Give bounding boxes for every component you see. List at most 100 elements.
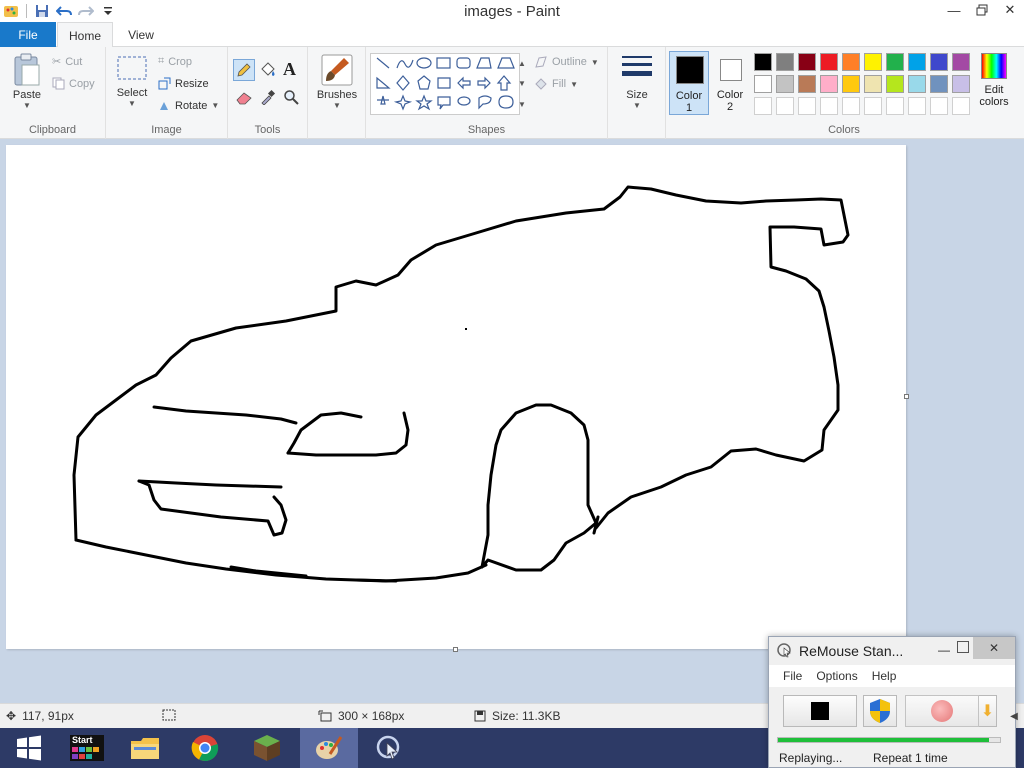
pencil-icon: [237, 63, 251, 77]
color-swatch[interactable]: [908, 97, 926, 115]
paint-taskbar-button[interactable]: [300, 728, 358, 768]
cut-button[interactable]: ✂ Cut: [52, 55, 82, 69]
size-label: Size: [626, 89, 648, 101]
windows-start-button[interactable]: [0, 728, 58, 768]
image-dimensions: 300 × 168px: [318, 709, 404, 723]
line-size-icon: [622, 56, 652, 76]
fill-button[interactable]: Fill ▼: [534, 77, 578, 91]
fill-tool[interactable]: [259, 61, 277, 82]
color2-button[interactable]: Color 2: [712, 51, 748, 115]
minimize-icon[interactable]: —: [940, 0, 968, 20]
color-swatch[interactable]: [864, 97, 882, 115]
color-swatch[interactable]: [908, 75, 926, 93]
save-icon[interactable]: [33, 2, 51, 20]
color-swatch[interactable]: [754, 75, 772, 93]
color1-button[interactable]: Color 1: [669, 51, 709, 115]
color-swatch[interactable]: [952, 75, 970, 93]
remouse-admin-button[interactable]: [863, 695, 897, 727]
color-swatch[interactable]: [842, 53, 860, 71]
undo-icon[interactable]: [55, 2, 73, 20]
ribbon: Paste ▼ ✂ Cut Copy Clipboard Select ▼ ⌗ …: [0, 47, 1024, 139]
color-swatch[interactable]: [952, 53, 970, 71]
paste-button[interactable]: Paste ▼: [8, 53, 46, 110]
remouse-status-left: Replaying...: [779, 751, 843, 765]
magnifier-tool[interactable]: [283, 89, 299, 108]
color-swatch[interactable]: [776, 75, 794, 93]
color-swatch[interactable]: [754, 53, 772, 71]
color-swatch[interactable]: [776, 97, 794, 115]
resize-button[interactable]: Resize: [158, 77, 209, 90]
scroll-right-icon[interactable]: ◀: [1006, 708, 1022, 724]
uac-shield-icon: [870, 699, 890, 723]
color-swatch[interactable]: [952, 97, 970, 115]
remouse-play-button[interactable]: ⬇: [979, 695, 997, 727]
resize-handle-bottom[interactable]: [453, 647, 458, 652]
size-button[interactable]: Size ▼: [616, 53, 658, 110]
color-swatch[interactable]: [798, 53, 816, 71]
copy-icon: [52, 77, 65, 90]
edit-colors-label-2: colors: [979, 96, 1009, 108]
rotate-button[interactable]: Rotate ▼: [158, 99, 219, 112]
start-app-label: Start: [72, 735, 93, 745]
remouse-menu-file[interactable]: File: [783, 669, 802, 683]
color-swatch[interactable]: [886, 75, 904, 93]
redo-icon[interactable]: [77, 2, 95, 20]
remouse-menu-help[interactable]: Help: [872, 669, 897, 683]
remouse-record-button[interactable]: [905, 695, 979, 727]
restore-icon[interactable]: [968, 0, 996, 20]
tab-home[interactable]: Home: [57, 22, 113, 48]
color-swatch[interactable]: [798, 75, 816, 93]
remouse-taskbar-button[interactable]: [360, 728, 418, 768]
color-swatch[interactable]: [754, 97, 772, 115]
paint-app-icon[interactable]: [2, 2, 20, 20]
start-menu-app-button[interactable]: Start: [58, 728, 116, 768]
outline-button[interactable]: Outline ▼: [534, 55, 599, 69]
shapes-gallery[interactable]: [370, 53, 520, 115]
tab-file[interactable]: File: [0, 22, 56, 47]
color-swatch[interactable]: [820, 75, 838, 93]
color-swatch[interactable]: [886, 97, 904, 115]
color-swatch[interactable]: [776, 53, 794, 71]
color-swatch[interactable]: [908, 53, 926, 71]
file-explorer-button[interactable]: [116, 728, 174, 768]
image-group-label: Image: [151, 124, 182, 136]
chrome-button[interactable]: [176, 728, 234, 768]
remouse-maximize-icon[interactable]: [957, 641, 969, 653]
edit-colors-button[interactable]: Edit colors: [976, 53, 1012, 115]
minecraft-button[interactable]: [238, 728, 296, 768]
shapes-scroll[interactable]: ▲ ▼ ▼: [516, 53, 528, 115]
remouse-close-icon[interactable]: ✕: [973, 637, 1015, 659]
color-swatch[interactable]: [930, 97, 948, 115]
color-swatch[interactable]: [886, 53, 904, 71]
crop-icon: ⌗: [158, 55, 165, 67]
color-swatch[interactable]: [798, 97, 816, 115]
brush-icon: [321, 54, 353, 86]
color-swatch[interactable]: [864, 75, 882, 93]
color-swatch[interactable]: [842, 75, 860, 93]
pencil-tool[interactable]: [233, 59, 255, 81]
copy-button[interactable]: Copy: [52, 77, 95, 90]
remouse-stop-button[interactable]: [783, 695, 857, 727]
crop-button[interactable]: ⌗ Crop: [158, 55, 192, 68]
color-swatch[interactable]: [930, 75, 948, 93]
brushes-button[interactable]: Brushes ▼: [312, 53, 362, 110]
eraser-tool[interactable]: [235, 91, 253, 108]
resize-handle-right[interactable]: [904, 394, 909, 399]
color-swatch[interactable]: [820, 53, 838, 71]
car-drawing: [72, 185, 850, 583]
brushes-group: Brushes ▼: [308, 47, 366, 139]
remouse-menu-options[interactable]: Options: [816, 669, 857, 683]
color-swatch[interactable]: [842, 97, 860, 115]
color-wheel-icon: [981, 53, 1007, 79]
select-button[interactable]: Select ▼: [112, 55, 152, 108]
color-swatch[interactable]: [820, 97, 838, 115]
color-picker-tool[interactable]: [260, 89, 276, 108]
drawing-canvas[interactable]: [6, 145, 906, 649]
close-icon[interactable]: ✕: [996, 0, 1024, 20]
tab-view[interactable]: View: [114, 22, 168, 47]
customize-toolbar-icon[interactable]: [99, 2, 117, 20]
remouse-minimize-icon[interactable]: —: [933, 641, 955, 659]
color-swatch[interactable]: [930, 53, 948, 71]
text-tool-icon[interactable]: A: [283, 59, 296, 80]
color-swatch[interactable]: [864, 53, 882, 71]
